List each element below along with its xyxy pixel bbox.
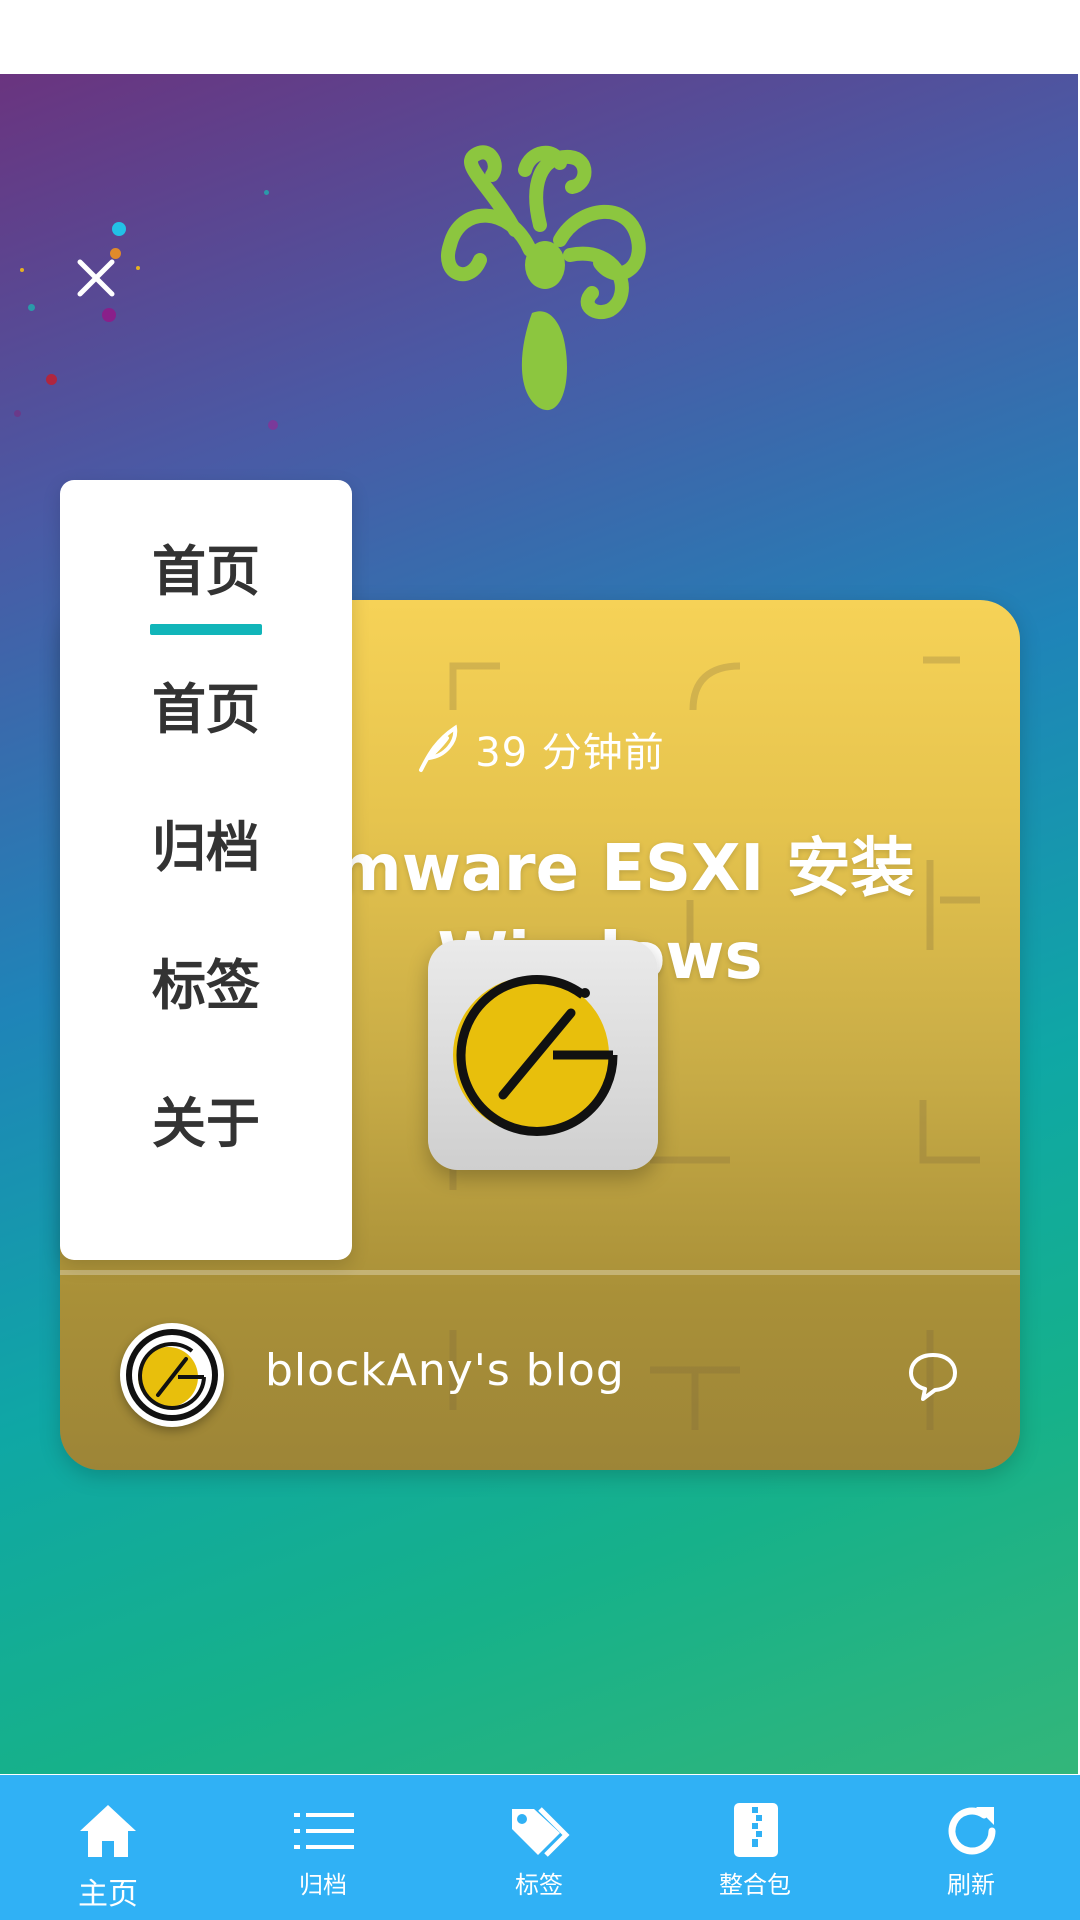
card-footer: blockAny's blog [60,1275,1020,1470]
blockany-logo-icon [453,975,618,1136]
tags-icon [512,1807,570,1857]
close-button[interactable] [68,250,124,306]
status-bar-area [0,0,1080,74]
confetti-dot [20,268,24,272]
nav-item-package[interactable]: 整合包 [648,1775,864,1920]
confetti-dot [28,304,35,311]
confetti-dot [102,308,116,322]
feather-icon [419,724,458,772]
confetti-dot [46,374,57,385]
comment-icon [909,1353,957,1401]
author-name[interactable]: blockAny's blog [265,1345,625,1396]
avatar[interactable] [120,1323,224,1427]
nav-label-refresh: 刷新 [947,1871,995,1899]
confetti-dot [14,410,21,417]
nav-label-package: 整合包 [719,1871,791,1899]
confetti-dot [264,190,269,195]
menu-item-home[interactable]: 首页 [60,660,352,760]
comment-button[interactable] [905,1347,961,1403]
menu-item-tags[interactable]: 标签 [60,936,352,1036]
close-icon [77,259,115,297]
nav-label-home: 主页 [78,1877,138,1912]
nav-item-archive[interactable]: 归档 [216,1775,432,1920]
nav-item-tags[interactable]: 标签 [432,1775,648,1920]
confetti-dot [268,420,278,430]
menu-active-indicator [150,624,262,635]
refresh-icon [948,1807,996,1855]
confetti-dot [136,266,140,270]
home-icon [80,1805,136,1857]
nav-item-refresh[interactable]: 刷新 [864,1775,1080,1920]
menu-item-home-active[interactable]: 首页 [60,522,352,622]
nav-label-archive: 归档 [299,1871,347,1899]
nav-menu: 首页 首页 归档 标签 关于 [60,480,352,1260]
tree-logo-icon [441,145,646,411]
menu-item-about[interactable]: 关于 [60,1074,352,1174]
author-logo-icon [126,1329,218,1421]
bottom-nav: 主页 归档 标签 整合包 刷新 [0,1775,1080,1920]
zip-file-icon [734,1803,778,1857]
page: 39 分钟前 Vmware ESXI 安装 Windows [0,0,1080,1920]
nav-label-tags: 标签 [515,1871,563,1899]
confetti-dot [112,222,126,236]
menu-item-archive[interactable]: 归档 [60,798,352,898]
post-thumbnail[interactable] [428,940,658,1170]
list-icon [294,1813,354,1849]
post-time: 39 分钟前 [475,730,665,776]
nav-item-home[interactable]: 主页 [0,1775,216,1920]
